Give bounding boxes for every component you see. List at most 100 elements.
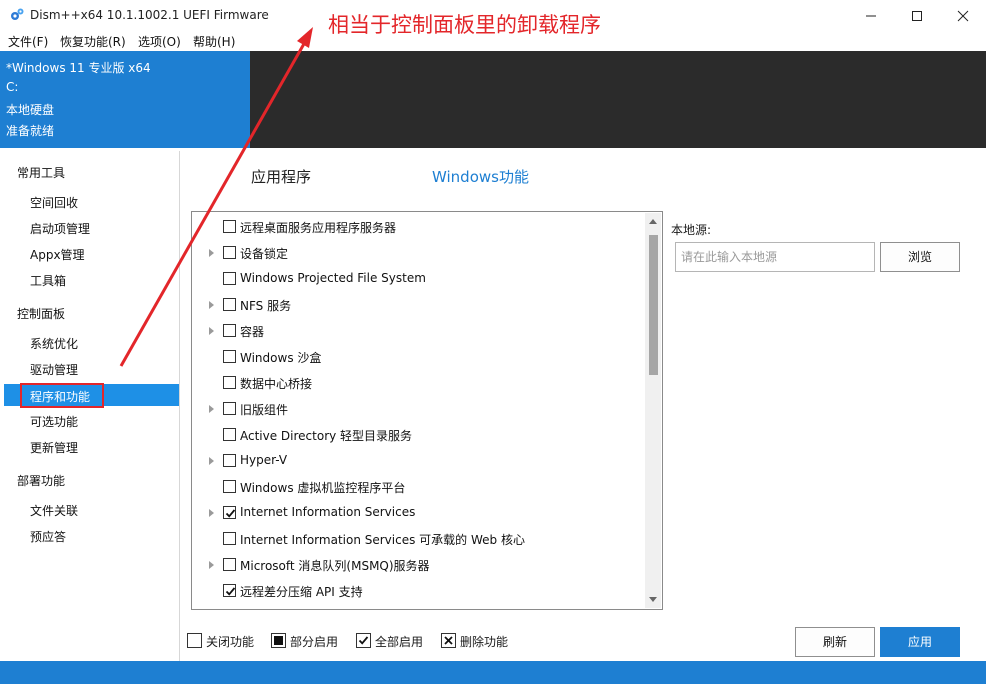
feature-label: Active Directory 轻型目录服务 [240, 429, 413, 443]
group-title-control-panel: 控制面板 [17, 307, 66, 321]
feature-row[interactable]: Active Directory 轻型目录服务 [192, 422, 644, 448]
feature-label: Windows 沙盒 [240, 351, 322, 365]
menu-help[interactable]: 帮助(H) [193, 33, 235, 50]
group-title-deploy: 部署功能 [17, 474, 66, 488]
legend-partial-label: 部分启用 [290, 635, 339, 649]
tab-apps[interactable]: 应用程序 [251, 166, 311, 187]
annotation-highlight-box [20, 383, 104, 408]
group-title-common-tools: 常用工具 [17, 166, 66, 180]
feature-row[interactable]: 远程桌面服务应用程序服务器 [192, 214, 644, 240]
feature-checkbox[interactable] [223, 402, 236, 415]
sidebar-item-optimize[interactable]: 系统优化 [4, 331, 179, 353]
feature-label: NFS 服务 [240, 299, 292, 313]
maximize-icon [912, 11, 922, 21]
menu-options[interactable]: 选项(O) [138, 33, 181, 50]
sidebar-item-appx[interactable]: Appx管理 [4, 242, 179, 264]
sidebar-item-optional-features[interactable]: 可选功能 [4, 409, 179, 431]
feature-label: Windows Projected File System [240, 271, 426, 285]
feature-checkbox[interactable] [223, 454, 236, 467]
minimize-icon [866, 15, 876, 17]
feature-label: 旧版组件 [240, 403, 289, 417]
feature-checkbox[interactable] [223, 376, 236, 389]
feature-row[interactable]: Internet Information Services [192, 500, 644, 526]
legend-on-label: 全部启用 [375, 635, 424, 649]
expand-arrow-icon[interactable] [209, 405, 214, 413]
local-source-input[interactable] [675, 242, 875, 272]
feature-row[interactable]: 旧版组件 [192, 396, 644, 422]
expand-arrow-icon[interactable] [209, 301, 214, 309]
os-name: *Windows 11 专业版 x64 [6, 61, 151, 75]
feature-label: 远程差分压缩 API 支持 [240, 585, 363, 599]
scroll-up-icon[interactable] [649, 219, 657, 224]
expand-arrow-icon[interactable] [209, 249, 214, 257]
minimize-button[interactable] [848, 0, 894, 31]
legend-off-icon [187, 633, 202, 648]
window-title: Dism++x64 10.1.1002.1 UEFI Firmware [30, 8, 269, 22]
feature-checkbox[interactable] [223, 480, 236, 493]
feature-row[interactable]: Windows Projected File System [192, 266, 644, 292]
feature-label: Internet Information Services [240, 505, 416, 519]
feature-checkbox[interactable] [223, 220, 236, 233]
legend-off-label: 关闭功能 [206, 635, 255, 649]
feature-checkbox[interactable] [223, 298, 236, 311]
feature-list[interactable]: 远程桌面服务应用程序服务器 设备锁定 Windows Projected File … [191, 211, 663, 610]
feature-row[interactable]: Windows 虚拟机监控程序平台 [192, 474, 644, 500]
feature-row[interactable]: 容器 [192, 318, 644, 344]
sidebar-item-updates[interactable]: 更新管理 [4, 435, 179, 457]
local-source-label: 本地源: [671, 223, 712, 237]
close-button[interactable] [940, 0, 986, 31]
maximize-button[interactable] [894, 0, 940, 31]
sidebar-item-startup[interactable]: 启动项管理 [4, 216, 179, 238]
sidebar-item-preanswer[interactable]: 预应答 [4, 524, 179, 546]
feature-row[interactable]: Hyper-V [192, 448, 644, 474]
expand-arrow-icon[interactable] [209, 327, 214, 335]
feature-checkbox[interactable] [223, 272, 236, 285]
feature-checkbox[interactable] [223, 350, 236, 363]
feature-row[interactable]: 远程差分压缩 API 支持 [192, 578, 644, 604]
legend-remove-icon [441, 633, 456, 648]
sidebar-item-drivers[interactable]: 驱动管理 [4, 357, 179, 379]
expand-arrow-icon[interactable] [209, 509, 214, 517]
feature-label: 容器 [240, 325, 265, 339]
disk-type: 本地硬盘 [6, 103, 55, 117]
feature-row[interactable]: 设备锁定 [192, 240, 644, 266]
feature-row[interactable]: 数据中心桥接 [192, 370, 644, 396]
menu-recovery[interactable]: 恢复功能(R) [60, 33, 126, 50]
sidebar-item-space-cleanup[interactable]: 空间回收 [4, 190, 179, 212]
close-icon [957, 10, 969, 22]
feature-row[interactable]: Internet Information Services 可承载的 Web 核… [192, 526, 644, 552]
expand-arrow-icon[interactable] [209, 561, 214, 569]
system-info-panel[interactable]: *Windows 11 专业版 x64 C: 本地硬盘 准备就绪 [0, 51, 250, 148]
refresh-button[interactable]: 刷新 [795, 627, 875, 657]
feature-checkbox[interactable] [223, 246, 236, 259]
scroll-down-icon[interactable] [649, 597, 657, 602]
feature-checkbox[interactable] [223, 584, 236, 597]
legend-partial-icon [271, 633, 286, 648]
feature-row[interactable]: Microsoft 消息队列(MSMQ)服务器 [192, 552, 644, 578]
feature-row[interactable]: Windows 沙盒 [192, 344, 644, 370]
feature-checkbox[interactable] [223, 506, 236, 519]
session-panel [250, 51, 986, 148]
apply-button[interactable]: 应用 [880, 627, 960, 657]
feature-row[interactable]: NFS 服务 [192, 292, 644, 318]
sidebar-item-file-assoc[interactable]: 文件关联 [4, 498, 179, 520]
feature-checkbox[interactable] [223, 324, 236, 337]
feature-checkbox[interactable] [223, 558, 236, 571]
feature-label: Internet Information Services 可承载的 Web 核… [240, 533, 525, 547]
feature-label: 数据中心桥接 [240, 377, 313, 391]
sidebar-item-toolbox[interactable]: 工具箱 [4, 268, 179, 290]
feature-checkbox[interactable] [223, 532, 236, 545]
menu-file[interactable]: 文件(F) [8, 33, 48, 50]
annotation-text: 相当于控制面板里的卸载程序 [328, 13, 601, 37]
browse-button[interactable]: 浏览 [880, 242, 960, 272]
feature-checkbox[interactable] [223, 428, 236, 441]
legend-on-icon [356, 633, 371, 648]
feature-label: Windows 虚拟机监控程序平台 [240, 481, 406, 495]
scroll-thumb[interactable] [649, 235, 658, 375]
drive-letter: C: [6, 80, 19, 94]
expand-arrow-icon[interactable] [209, 457, 214, 465]
feature-label: Hyper-V [240, 453, 288, 467]
tab-windows-features[interactable]: Windows功能 [432, 166, 529, 187]
legend-remove-label: 删除功能 [460, 635, 509, 649]
scrollbar[interactable] [645, 213, 661, 608]
